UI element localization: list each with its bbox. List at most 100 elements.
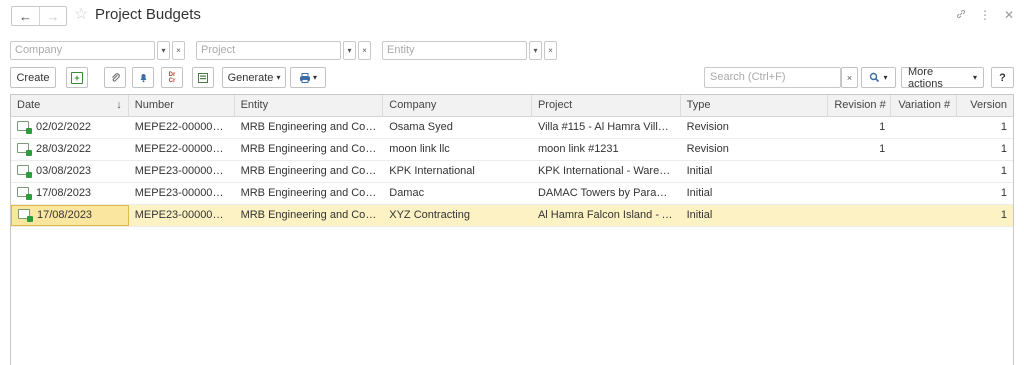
cell-variation [891,183,957,204]
column-header-entity[interactable]: Entity [235,95,384,117]
company-clear-icon[interactable]: × [172,41,185,60]
paperclip-icon [111,73,120,82]
search-button[interactable]: ▾ [861,67,896,88]
cell-date-text: 28/03/2022 [36,143,92,155]
toolbar: Create + Dr Cr Generate ▾ ▾ Search (Ctrl+… [0,66,1024,90]
sort-descending-icon: ↓ [116,99,122,111]
project-clear-icon[interactable]: × [358,41,371,60]
copy-document-button[interactable]: + [66,67,88,88]
entity-filter: Entity ▾ × [382,41,557,60]
printer-icon [299,72,310,83]
link-icon[interactable] [954,8,968,23]
budgets-table: Date ↓ Number Entity Company Project Typ… [10,94,1014,365]
cell-date-text: 17/08/2023 [37,209,93,221]
project-dropdown-icon[interactable]: ▾ [343,41,356,60]
table-row[interactable]: 03/08/2023 MEPE23-00000003 MRB Engineering… [11,161,1013,183]
more-actions-button[interactable]: More actions ▾ [901,66,984,90]
column-header-number[interactable]: Number [129,95,235,117]
posted-document-icon [17,187,32,200]
entity-dropdown-icon[interactable]: ▾ [529,41,542,60]
cell-type: Initial [686,187,713,199]
attach-button[interactable] [104,67,126,88]
copy-document-icon: + [71,71,83,84]
cell-date: 17/08/2023 [11,205,129,226]
more-options-icon[interactable]: ⋮ [978,8,992,23]
table-header: Date ↓ Number Entity Company Project Typ… [11,95,1013,117]
notification-button[interactable] [132,67,154,88]
entity-filter-input[interactable]: Entity [382,41,527,60]
bell-icon [140,74,146,83]
report-icon [198,72,208,83]
page-title: Project Budgets [95,6,201,23]
search-clear-button[interactable]: × [841,67,858,88]
cell-date: 28/03/2022 [11,139,129,160]
create-button[interactable]: Create [10,67,56,88]
column-header-date-label: Date [17,99,41,111]
column-header-project[interactable]: Project [532,95,681,117]
cell-version: 1 [1000,209,1007,221]
cell-type: Initial [686,165,713,177]
cell-type: Revision [686,121,729,133]
posted-document-icon [17,121,32,134]
column-header-date[interactable]: Date ↓ [11,95,129,117]
company-dropdown-icon[interactable]: ▾ [157,41,170,60]
column-header-variation[interactable]: Variation # [891,95,958,117]
column-header-version[interactable]: Version [957,95,1013,117]
table-row[interactable]: 28/03/2022 MEPE22-00000023 MRB Engineering… [11,139,1013,161]
cell-entity: MRB Engineering and Cont... [240,187,384,199]
project-filter-input[interactable]: Project [196,41,341,60]
cell-company: moon link llc [389,143,450,155]
search-icon [870,72,880,83]
table-row[interactable]: 17/08/2023 MEPE23-00000007 MRB Engineering… [11,205,1013,227]
back-icon[interactable]: ← [12,7,39,25]
cell-date-text: 03/08/2023 [36,165,92,177]
cell-version: 1 [1000,165,1007,177]
search-clear-icon: × [846,72,853,83]
cell-company: Osama Syed [389,121,453,133]
header-actions: ⋮ ✕ [954,8,1016,23]
generate-caret-icon: ▾ [276,73,281,82]
dr-cr-icon: Dr Cr [168,71,176,84]
report-button[interactable] [192,67,214,88]
navigation-buttons: ← → [11,6,67,26]
entity-clear-icon[interactable]: × [544,41,557,60]
cell-revision: 1 [879,143,886,155]
search-input[interactable]: Search (Ctrl+F) [704,67,841,88]
cell-revision [828,161,891,182]
close-icon[interactable]: ✕ [1002,8,1016,23]
generate-button[interactable]: Generate ▾ [222,67,286,88]
cell-company: XYZ Contracting [389,209,470,221]
cell-variation [891,117,957,138]
cell-date: 17/08/2023 [11,183,129,204]
cell-entity: MRB Engineering and Cont... [240,143,384,155]
cell-project: moon link #1231 [537,143,619,155]
cell-type: Revision [686,143,729,155]
cell-variation [891,205,957,226]
column-header-company[interactable]: Company [383,95,532,117]
company-filter: Company ▾ × [10,41,185,60]
cell-company: KPK International [389,165,475,177]
cell-entity: MRB Engineering and Cont... [240,209,384,221]
company-filter-input[interactable]: Company [10,41,155,60]
forward-icon[interactable]: → [38,7,66,25]
cell-entity: MRB Engineering and Cont... [240,165,384,177]
table-row[interactable]: 02/02/2022 MEPE22-00000022 MRB Engineering… [11,117,1013,139]
favorite-star-icon[interactable]: ☆ [74,5,88,25]
cell-number: MEPE22-00000023 [134,143,231,155]
print-button[interactable]: ▾ [290,67,326,88]
cell-version: 1 [1000,121,1007,133]
help-button[interactable]: ? [991,67,1014,88]
cell-version: 1 [1000,187,1007,199]
more-actions-caret-icon: ▾ [972,73,977,82]
dr-cr-button[interactable]: Dr Cr [161,67,183,88]
cell-number: MEPE23-00000007 [134,209,231,221]
posted-document-icon [17,143,32,156]
table-body: 02/02/2022 MEPE22-00000022 MRB Engineering… [11,117,1013,227]
cell-revision: 1 [879,121,886,133]
column-header-type[interactable]: Type [681,95,829,117]
column-header-revision[interactable]: Revision # [828,95,892,117]
cell-number: MEPE23-00000003 [134,165,231,177]
cell-number: MEPE22-00000022 [134,121,231,133]
table-row[interactable]: 17/08/2023 MEPE23-00000005 MRB Engineering… [11,183,1013,205]
cell-date: 03/08/2023 [11,161,129,182]
